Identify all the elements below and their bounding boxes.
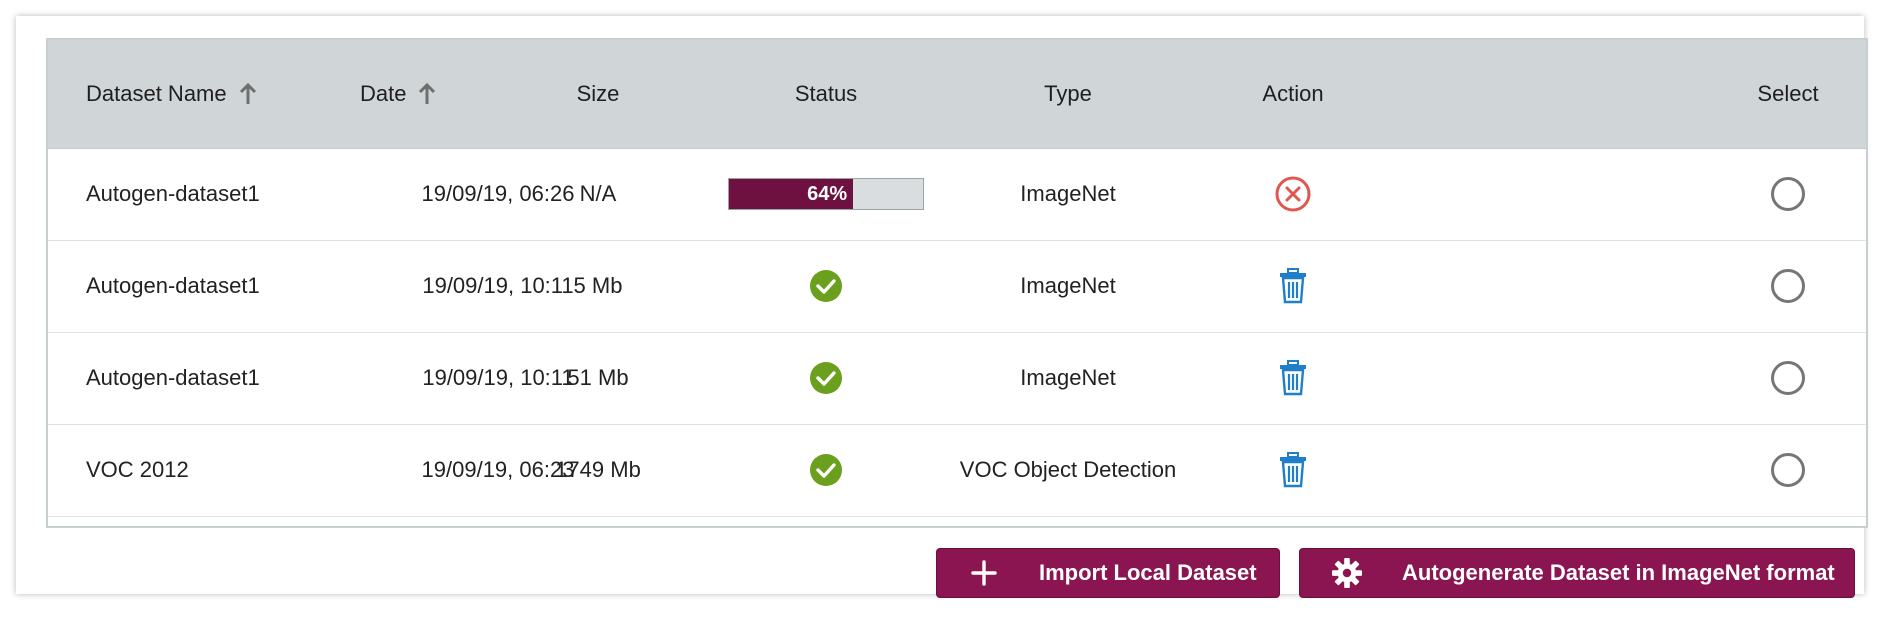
check-circle-icon (810, 270, 842, 302)
column-label: Action (1262, 81, 1324, 106)
trash-icon[interactable] (1278, 360, 1308, 396)
button-label: Autogenerate Dataset in ImageNet format (1402, 560, 1835, 585)
type-cell: ImageNet (1020, 273, 1116, 298)
column-header-select: Select (1728, 40, 1848, 148)
size-cell: 1749 Mb (555, 457, 641, 482)
cancel-icon[interactable] (1274, 175, 1312, 213)
column-header-type: Type (928, 40, 1208, 148)
column-label: Dataset Name (86, 81, 227, 106)
gear-icon (1332, 558, 1362, 588)
type-cell: VOC Object Detection (959, 457, 1177, 482)
select-radio[interactable] (1771, 177, 1805, 211)
action-cell (1193, 240, 1393, 332)
progress-bar: 64% (728, 178, 924, 210)
table-row: Autogen-dataset1 19/09/19, 06:26 N/A 64%… (48, 148, 1866, 241)
type-cell: ImageNet (1020, 181, 1116, 206)
status-cell (716, 424, 936, 516)
select-cell (1728, 240, 1848, 332)
table-row: Autogen-dataset1 19/09/19, 10:11 51 Mb I… (48, 332, 1866, 425)
select-cell (1728, 332, 1848, 424)
trash-icon[interactable] (1278, 452, 1308, 488)
action-cell (1193, 424, 1393, 516)
column-header-date[interactable]: Date (360, 40, 436, 148)
select-radio[interactable] (1771, 361, 1805, 395)
progress-label: 64% (807, 182, 848, 205)
status-cell: 64% (716, 148, 936, 240)
size-cell: 51 Mb (567, 365, 629, 390)
datasets-panel: Dataset Name Date Size Status Type Actio… (16, 16, 1868, 598)
plus-icon (969, 558, 999, 588)
select-cell (1728, 148, 1848, 240)
column-label: Size (576, 81, 620, 106)
dataset-name-cell: Autogen-dataset1 (86, 273, 260, 298)
column-label: Date (360, 81, 407, 106)
sort-arrow-up-icon (419, 83, 436, 104)
size-cell: 5 Mb (573, 273, 623, 298)
table-header: Dataset Name Date Size Status Type Actio… (48, 40, 1866, 149)
action-cell (1193, 332, 1393, 424)
table-row: VOC 2012 19/09/19, 06:23 1749 Mb VOC Obj… (48, 424, 1866, 517)
size-cell: N/A (579, 181, 617, 206)
status-cell (716, 332, 936, 424)
column-header-size: Size (518, 40, 678, 148)
select-radio[interactable] (1771, 269, 1805, 303)
check-circle-icon (810, 362, 842, 394)
type-cell: ImageNet (1020, 365, 1116, 390)
check-circle-icon (810, 454, 842, 486)
column-label: Type (1044, 81, 1092, 106)
select-radio[interactable] (1771, 453, 1805, 487)
autogenerate-dataset-button[interactable]: Autogenerate Dataset in ImageNet format (1299, 548, 1855, 598)
column-label: Select (1757, 81, 1819, 106)
column-header-dataset-name[interactable]: Dataset Name (86, 40, 257, 148)
column-header-action: Action (1193, 40, 1393, 148)
trash-icon[interactable] (1278, 268, 1308, 304)
button-label: Import Local Dataset (1039, 560, 1257, 585)
select-cell (1728, 424, 1848, 516)
column-header-status: Status (716, 40, 936, 148)
status-cell (716, 240, 936, 332)
dataset-name-cell: VOC 2012 (86, 457, 189, 482)
column-label: Status (794, 81, 858, 106)
action-cell (1193, 148, 1393, 240)
import-local-dataset-button[interactable]: Import Local Dataset (936, 548, 1280, 598)
datasets-table: Dataset Name Date Size Status Type Actio… (46, 38, 1868, 528)
dataset-name-cell: Autogen-dataset1 (86, 181, 260, 206)
table-row: Autogen-dataset1 19/09/19, 10:11 5 Mb Im… (48, 240, 1866, 333)
dataset-name-cell: Autogen-dataset1 (86, 365, 260, 390)
sort-arrow-up-icon (239, 83, 256, 104)
